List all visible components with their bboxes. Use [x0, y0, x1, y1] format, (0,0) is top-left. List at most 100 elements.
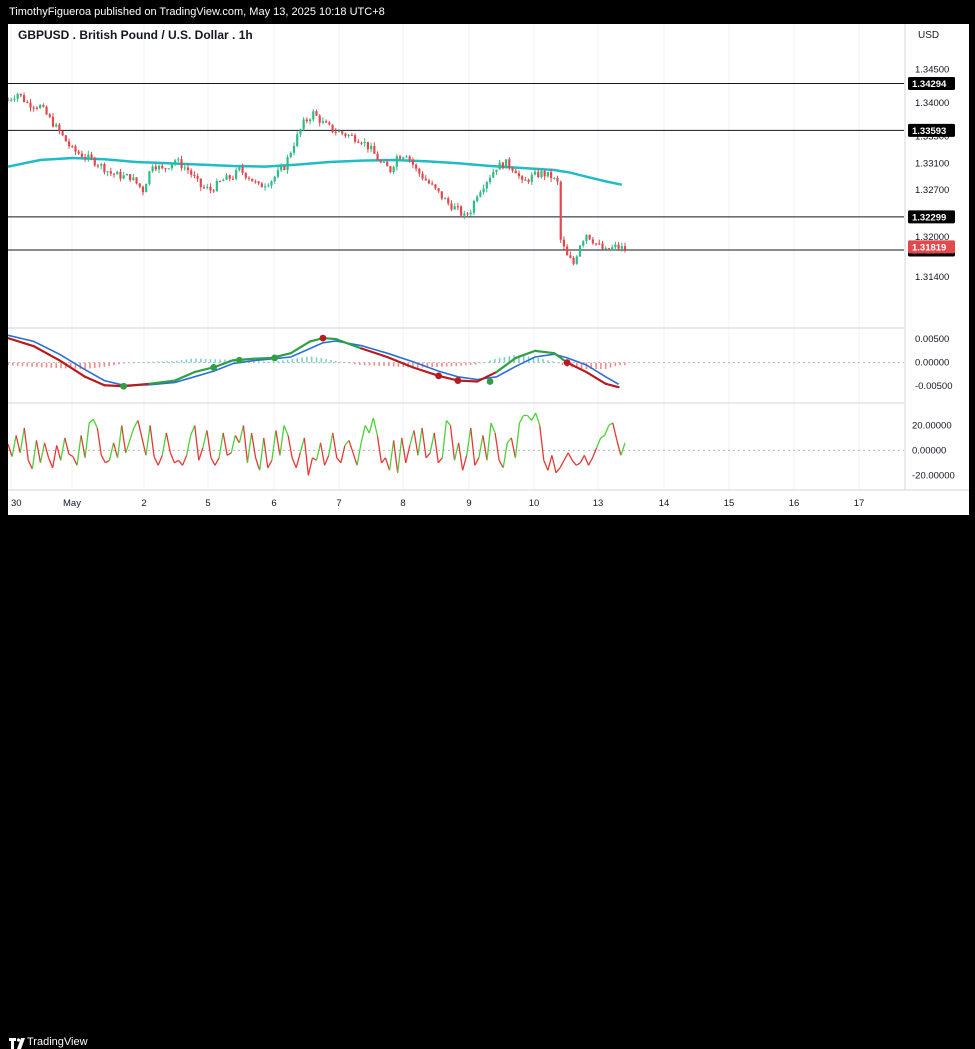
macd-histogram-bar — [180, 360, 183, 363]
macd-histogram-bar — [368, 362, 371, 366]
macd-histogram-bar — [344, 362, 347, 364]
oscillator-segment — [433, 432, 439, 463]
macd-histogram-bar — [277, 360, 279, 363]
oscillator-segment — [116, 425, 123, 458]
oscillator-segment — [344, 439, 350, 446]
publisher-bar: TimothyFigueroa published on TradingView… — [0, 0, 975, 24]
macd-histogram-bar — [137, 362, 139, 364]
candle-body — [231, 178, 235, 180]
oscillator-segment — [494, 432, 500, 461]
oscillator-segment — [380, 457, 387, 464]
oscillator-segment — [246, 432, 253, 463]
candle-body — [257, 181, 260, 184]
macd-line-segment — [8, 337, 35, 348]
oscillator-segment — [287, 435, 293, 458]
chart-panel[interactable]: 1.34500 1.34000 1.33500 1.33100 1.32700 1.320… — [8, 24, 969, 515]
macd-histogram-bar — [334, 360, 337, 363]
oscillator-segment — [35, 440, 42, 463]
macd-histogram-bar — [296, 358, 299, 363]
candle-body — [196, 176, 199, 179]
grid-layer — [8, 24, 969, 491]
macd-histogram-bar — [219, 359, 221, 363]
candle-body — [308, 119, 312, 122]
time-tick-label: 13 — [593, 498, 604, 509]
candle-body — [77, 151, 80, 154]
candle-body — [488, 177, 492, 183]
oscillator-segment — [539, 425, 545, 461]
macd-cross-dot — [563, 359, 571, 367]
candle-body — [350, 134, 353, 136]
candle-body — [209, 186, 212, 191]
candle-body — [598, 243, 601, 245]
candle-body — [411, 159, 415, 165]
oscillator-segment — [161, 432, 167, 456]
candle-body — [225, 175, 228, 180]
oscillator-segment — [174, 459, 179, 464]
oscillator-segment — [194, 425, 200, 461]
candle-body — [138, 183, 141, 187]
oscillator-segment — [547, 455, 553, 471]
oscillator-segment — [352, 452, 358, 466]
candle-body — [527, 179, 530, 182]
oscillator-segment — [181, 455, 188, 466]
candle-body — [276, 170, 280, 177]
candle-body — [254, 181, 257, 183]
macd-histogram-bar — [441, 362, 443, 367]
macd-histogram-bar — [272, 361, 274, 363]
candle-body — [604, 248, 607, 250]
macd-histogram-bar — [619, 362, 621, 366]
candle-body — [427, 180, 431, 184]
candle-body — [398, 156, 402, 159]
candle-body — [556, 177, 559, 182]
candle-body — [238, 167, 241, 171]
macd-histogram-bar — [103, 362, 106, 367]
candle-body — [122, 175, 125, 179]
candle-body — [504, 159, 508, 169]
oscillator-segment — [583, 455, 590, 466]
macd-histogram-bar — [339, 361, 342, 363]
macd-cross-dot — [435, 372, 443, 380]
macd-histogram-bar — [498, 357, 501, 363]
candle-body — [190, 170, 193, 175]
candle-body — [450, 203, 453, 210]
candle-body — [167, 168, 170, 170]
oscillator-segment — [47, 457, 54, 469]
macd-histogram-bar — [436, 362, 438, 367]
oscillator-segment — [372, 417, 379, 436]
candle-body — [325, 121, 328, 123]
macd-line-segment — [585, 370, 607, 385]
candle-body — [267, 185, 270, 187]
macd-histogram-bar — [363, 362, 366, 366]
oscillator-segment — [595, 437, 602, 449]
candle-body — [614, 244, 617, 248]
candle-body — [511, 167, 514, 171]
oscillator-segment — [502, 442, 508, 468]
oscillator-segment — [364, 425, 370, 434]
candle-body — [540, 170, 543, 178]
macd-line-segment — [289, 340, 312, 355]
candle-body — [263, 186, 267, 188]
oscillator-segment — [332, 432, 338, 458]
time-tick-label: 8 — [400, 498, 405, 509]
oscillator-segment — [133, 420, 139, 429]
last-price-label: 1.31819 — [912, 242, 946, 253]
macd-histogram-bar — [354, 362, 356, 365]
macd-histogram-bar — [127, 362, 130, 364]
chart-canvas[interactable]: 1.345001.340001.335001.331001.327001.320… — [8, 24, 969, 515]
candle-body — [193, 174, 196, 177]
macd-line-segment — [334, 337, 363, 350]
candle-body — [469, 212, 472, 215]
macd-histogram-bar — [383, 362, 385, 366]
candle-body — [408, 156, 411, 160]
candle-body — [476, 196, 479, 202]
candle-body — [373, 145, 376, 154]
candle-body — [135, 177, 138, 184]
macd-histogram-bar — [16, 362, 19, 366]
oscillator-segment — [169, 452, 176, 464]
time-tick-label: 10 — [529, 498, 540, 509]
candle-body — [8, 99, 10, 101]
macd-histogram-bar — [388, 362, 390, 367]
candle-body — [241, 167, 244, 173]
oscillator-segment — [620, 442, 626, 456]
oscillator-segment — [100, 455, 106, 464]
